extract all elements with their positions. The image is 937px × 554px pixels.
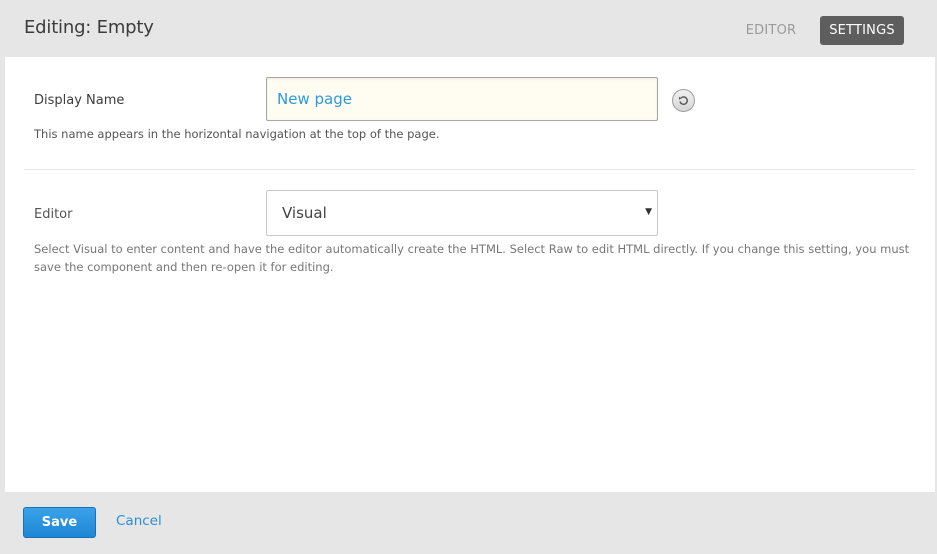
reset-icon — [678, 96, 688, 105]
settings-panel: Display Name This name appears in the ho… — [5, 57, 935, 492]
display-name-input[interactable] — [266, 77, 658, 121]
page-title: Editing: Empty — [24, 17, 154, 38]
editor-select-value: Visual — [282, 204, 327, 222]
divider — [24, 169, 915, 170]
chevron-down-icon: ▼ — [645, 207, 652, 217]
display-name-label: Display Name — [34, 93, 125, 108]
save-button[interactable]: Save — [23, 507, 96, 538]
editor-select[interactable]: Visual ▼ — [266, 190, 658, 236]
tab-settings[interactable]: SETTINGS — [820, 16, 904, 45]
editor-label: Editor — [34, 207, 73, 222]
editor-help: Select Visual to enter content and have … — [34, 242, 910, 274]
reset-display-name-button[interactable] — [672, 89, 695, 112]
cancel-link[interactable]: Cancel — [116, 513, 162, 529]
modal-header: Editing: Empty EDITOR SETTINGS — [0, 0, 937, 57]
tab-editor[interactable]: EDITOR — [740, 16, 802, 45]
display-name-help: This name appears in the horizontal navi… — [34, 127, 440, 141]
